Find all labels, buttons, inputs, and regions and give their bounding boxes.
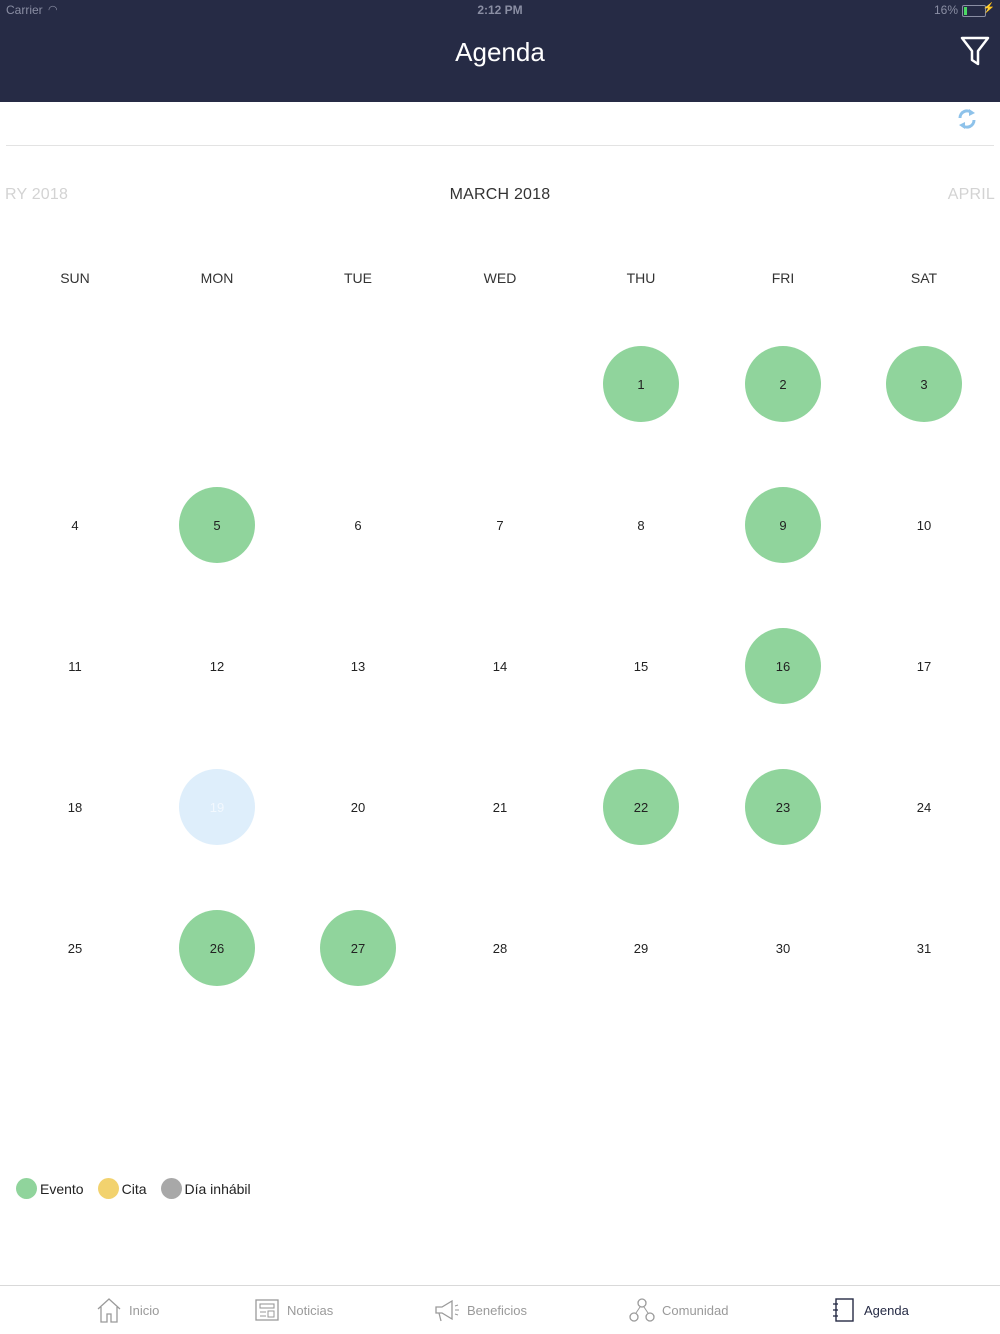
tab-noticias[interactable]: Noticias	[253, 1286, 333, 1334]
tab-label: Beneficios	[467, 1302, 527, 1318]
legend-dot	[97, 1178, 119, 1199]
day-cell-1[interactable]: 1	[603, 346, 679, 422]
weekday-tue: TUE	[344, 270, 372, 286]
day-cell-29[interactable]: 29	[603, 910, 679, 986]
filter-icon[interactable]	[960, 34, 990, 68]
next-month-label[interactable]: APRIL	[948, 186, 995, 204]
day-cell-22[interactable]: 22	[603, 769, 679, 845]
legend-dot	[16, 1178, 37, 1199]
agenda-icon	[833, 1298, 854, 1322]
weekday-wed: WED	[483, 270, 517, 286]
weekday-fri: FRI	[771, 270, 795, 286]
day-cell-26[interactable]: 26	[179, 910, 255, 986]
day-cell-28[interactable]: 28	[462, 910, 538, 986]
legend-item: Día inhábil	[160, 1178, 251, 1199]
legend: Evento Cita Día inhábil	[16, 1178, 265, 1199]
day-cell-9[interactable]: 9	[745, 487, 821, 563]
tab-bar: Inicio Noticias Beneficios Comunidad Agenda	[0, 1286, 1000, 1334]
tab-label: Inicio	[129, 1302, 160, 1318]
day-cell-3[interactable]: 3	[886, 346, 962, 422]
current-month-label: MARCH 2018	[449, 186, 551, 203]
day-cell-2[interactable]: 2	[745, 346, 821, 422]
megaphone-icon	[435, 1299, 459, 1322]
day-cell-10[interactable]: 10	[886, 487, 962, 563]
weekday-sat: SAT	[910, 270, 938, 286]
day-cell-30[interactable]: 30	[745, 910, 821, 986]
tab-beneficios[interactable]: Beneficios	[433, 1286, 527, 1334]
day-cell-8[interactable]: 8	[603, 487, 679, 563]
day-cell-21[interactable]: 21	[462, 769, 538, 845]
divider	[6, 145, 994, 146]
day-cell-16[interactable]: 16	[745, 628, 821, 704]
tab-inicio[interactable]: Inicio	[95, 1286, 159, 1334]
page-title: Agenda	[455, 37, 545, 67]
day-cell-19[interactable]: 19	[179, 769, 255, 845]
day-cell-24[interactable]: 24	[886, 769, 962, 845]
legend-label: Evento	[40, 1180, 84, 1197]
tab-agenda[interactable]: Agenda	[830, 1286, 909, 1334]
weekday-mon: MON	[200, 270, 234, 286]
day-cell-12[interactable]: 12	[179, 628, 255, 704]
weekday-sun: SUN	[60, 270, 90, 286]
home-icon	[97, 1298, 121, 1323]
day-cell-13[interactable]: 13	[320, 628, 396, 704]
battery-percent: 16%	[933, 3, 958, 17]
legend-label: Día inhábil	[184, 1180, 251, 1197]
status-bar: Carrier ◠ 2:12 PM 16% ⚡	[0, 0, 1000, 22]
charging-icon: ⚡	[982, 3, 995, 14]
day-cell-23[interactable]: 23	[745, 769, 821, 845]
day-cell-31[interactable]: 31	[886, 910, 962, 986]
community-icon	[629, 1298, 655, 1322]
day-cell-27[interactable]: 27	[320, 910, 396, 986]
day-cell-15[interactable]: 15	[603, 628, 679, 704]
day-cell-17[interactable]: 17	[886, 628, 962, 704]
legend-dot	[160, 1178, 182, 1199]
tab-label: Noticias	[287, 1302, 334, 1318]
day-cell-5[interactable]: 5	[179, 487, 255, 563]
day-cell-25[interactable]: 25	[37, 910, 113, 986]
day-cell-18[interactable]: 18	[37, 769, 113, 845]
day-cell-20[interactable]: 20	[320, 769, 396, 845]
day-cell-14[interactable]: 14	[462, 628, 538, 704]
day-cell-6[interactable]: 6	[320, 487, 396, 563]
tab-comunidad[interactable]: Comunidad	[628, 1286, 729, 1334]
legend-label: Cita	[121, 1180, 147, 1197]
newspaper-icon	[255, 1299, 279, 1321]
day-cell-4[interactable]: 4	[37, 487, 113, 563]
weekday-thu: THU	[626, 270, 656, 286]
refresh-icon[interactable]	[956, 106, 978, 132]
day-cell-11[interactable]: 11	[37, 628, 113, 704]
legend-item: Cita	[97, 1178, 147, 1199]
tab-label: Agenda	[864, 1302, 909, 1318]
day-cell-7[interactable]: 7	[462, 487, 538, 563]
tab-label: Comunidad	[662, 1302, 729, 1318]
legend-item: Evento	[16, 1178, 84, 1199]
status-time: 2:12 PM	[477, 3, 523, 17]
nav-bar: Agenda	[0, 22, 1000, 102]
